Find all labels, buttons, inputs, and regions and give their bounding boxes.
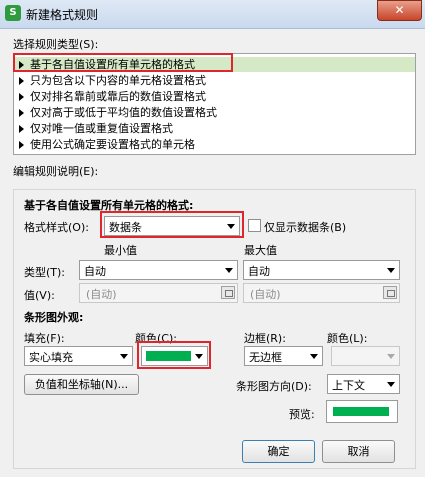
chevron-down-icon (383, 347, 399, 365)
chevron-down-icon (116, 347, 132, 365)
only-show-bar-checkbox[interactable] (248, 219, 261, 232)
cell-picker-icon[interactable] (221, 286, 235, 299)
border-select[interactable]: 无边框 (244, 346, 323, 366)
triangle-right-icon (19, 141, 24, 149)
max-value-field[interactable]: (自动) (243, 283, 400, 303)
min-value-field[interactable]: (自动) (79, 283, 238, 303)
type-label: 类型(T): (24, 266, 66, 279)
list-item-label: 仅对高于或低于平均值的数值设置格式 (30, 106, 217, 119)
triangle-right-icon (19, 77, 24, 85)
negative-axis-button[interactable]: 负值和坐标轴(N)... (24, 374, 139, 395)
max-label: 最大值 (244, 244, 277, 257)
fill-value: 实心填充 (29, 351, 73, 364)
preview-bar (333, 407, 389, 416)
highlight-format-style (100, 211, 244, 238)
rule-type-item-formula[interactable]: 使用公式确定要设置格式的单元格 (14, 137, 415, 152)
only-show-bar-label: 仅显示数据条(B) (264, 221, 347, 234)
direction-value: 上下文 (332, 379, 365, 392)
list-item-label: 只为包含以下内容的单元格设置格式 (30, 74, 206, 87)
direction-label: 条形图方向(D): (236, 380, 312, 393)
border-color-select[interactable] (331, 346, 400, 366)
min-type-value: 自动 (84, 265, 106, 278)
ok-button[interactable]: 确定 (242, 440, 315, 463)
list-item-label: 使用公式确定要设置格式的单元格 (30, 138, 195, 151)
max-value-text: (自动) (250, 288, 281, 301)
rule-type-item-top-bottom[interactable]: 仅对排名靠前或靠后的数值设置格式 (14, 89, 415, 104)
list-item-label: 仅对排名靠前或靠后的数值设置格式 (30, 90, 206, 103)
rule-type-item-contains[interactable]: 只为包含以下内容的单元格设置格式 (14, 73, 415, 88)
cell-picker-icon[interactable] (383, 286, 397, 299)
triangle-right-icon (19, 125, 24, 133)
chevron-down-icon (383, 261, 399, 279)
min-type-select[interactable]: 自动 (79, 260, 238, 280)
preview-label: 预览: (289, 408, 315, 421)
rule-type-item-average[interactable]: 仅对高于或低于平均值的数值设置格式 (14, 105, 415, 120)
fill-label: 填充(F): (24, 332, 65, 345)
border-value: 无边框 (249, 351, 282, 364)
highlight-selected-rule (13, 53, 233, 72)
border-label: 边框(R): (244, 332, 286, 345)
list-item-label: 仅对唯一值或重复值设置格式 (30, 122, 173, 135)
close-button[interactable]: ✕ (377, 0, 422, 21)
bar-appearance-heading: 条形图外观: (24, 311, 84, 324)
preview-box (326, 400, 398, 423)
cancel-button[interactable]: 取消 (322, 440, 395, 463)
min-value-text: (自动) (86, 288, 117, 301)
window-title: 新建格式规则 (26, 8, 99, 22)
direction-select[interactable]: 上下文 (327, 374, 400, 394)
rule-type-item-unique-duplicate[interactable]: 仅对唯一值或重复值设置格式 (14, 121, 415, 136)
format-style-label: 格式样式(O): (24, 221, 89, 234)
min-label: 最小值 (104, 244, 137, 257)
fill-select[interactable]: 实心填充 (24, 346, 133, 366)
chevron-down-icon (306, 347, 322, 365)
chevron-down-icon (383, 375, 399, 393)
border-color-label: 颜色(L): (327, 332, 368, 345)
wps-app-icon: S (5, 5, 21, 21)
chevron-down-icon (221, 261, 237, 279)
triangle-right-icon (19, 93, 24, 101)
rule-type-label: 选择规则类型(S): (13, 38, 99, 51)
max-type-value: 自动 (248, 265, 270, 278)
edit-rule-label: 编辑规则说明(E): (13, 165, 99, 178)
max-type-select[interactable]: 自动 (243, 260, 400, 280)
value-label: 值(V): (24, 289, 55, 302)
highlight-bar-color (137, 341, 211, 369)
triangle-right-icon (19, 109, 24, 117)
